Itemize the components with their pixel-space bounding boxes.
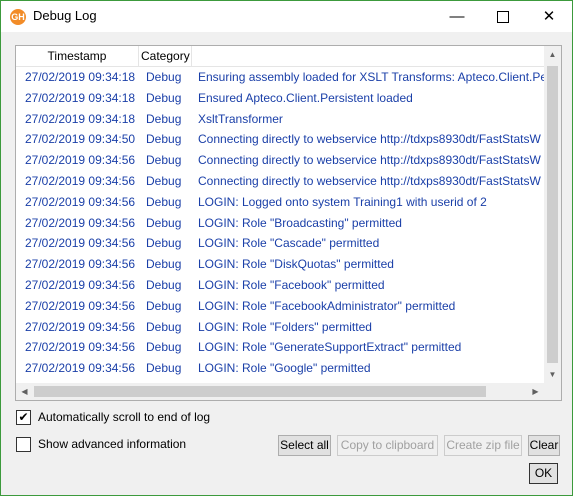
- log-message: LOGIN: Role "Broadcasting" permitted: [198, 215, 402, 230]
- log-message: Ensured Apteco.Client.Persistent loaded: [198, 90, 413, 105]
- log-timestamp: 27/02/2019 09:34:56: [25, 236, 136, 251]
- log-category: Debug: [146, 70, 182, 84]
- log-rows: 27/02/2019 09:34:18 Debug Ensuring assembl…: [16, 67, 544, 379]
- close-button[interactable]: ✕: [526, 1, 572, 32]
- advanced-info-label: Show advanced information: [38, 437, 187, 451]
- log-category: Debug: [146, 257, 182, 272]
- column-header-timestamp[interactable]: Timestamp: [16, 46, 139, 66]
- log-row[interactable]: 27/02/2019 09:34:56 Debug LOGIN: Role "Cas…: [16, 233, 544, 254]
- maximize-button[interactable]: [480, 1, 526, 32]
- log-timestamp: 27/02/2019 09:34:56: [25, 319, 136, 334]
- log-timestamp: 27/02/2019 09:34:18: [25, 70, 136, 84]
- scroll-right-icon[interactable]: ▶: [527, 383, 544, 400]
- log-timestamp: 27/02/2019 09:34:18: [25, 90, 136, 105]
- app-logo-icon: GH: [10, 9, 26, 25]
- log-row[interactable]: 27/02/2019 09:34:18 Debug XsltTransformer: [16, 109, 544, 130]
- log-row[interactable]: 27/02/2019 09:34:56 Debug LOGIN: Role "Dis…: [16, 254, 544, 275]
- horizontal-scroll-thumb[interactable]: [34, 386, 486, 397]
- title-bar[interactable]: GH Debug Log — ✕: [1, 1, 572, 32]
- log-row[interactable]: 27/02/2019 09:34:56 Debug LOGIN: Role "Fac…: [16, 275, 544, 296]
- log-category: Debug: [146, 319, 182, 334]
- log-timestamp: 27/02/2019 09:34:56: [25, 257, 136, 272]
- scroll-corner: [544, 383, 561, 400]
- log-category: Debug: [146, 215, 182, 230]
- select-all-button[interactable]: Select all: [278, 435, 331, 456]
- minimize-button[interactable]: —: [434, 1, 480, 32]
- log-category: Debug: [146, 361, 182, 376]
- log-row[interactable]: 27/02/2019 09:34:50 Debug Connecting direc…: [16, 129, 544, 150]
- log-row[interactable]: 27/02/2019 09:34:56 Debug Connecting direc…: [16, 171, 544, 192]
- scroll-down-icon[interactable]: ▼: [544, 366, 561, 383]
- log-row[interactable]: 27/02/2019 09:34:56 Debug LOGIN: Role "Fol…: [16, 317, 544, 338]
- scroll-up-icon[interactable]: ▲: [544, 46, 561, 63]
- log-timestamp: 27/02/2019 09:34:18: [25, 111, 136, 126]
- scroll-left-icon[interactable]: ◀: [16, 383, 33, 400]
- log-row[interactable]: 27/02/2019 09:34:56 Debug LOGIN: Role "Gen…: [16, 337, 544, 358]
- log-message: LOGIN: Role "GenerateSupportExtract" per…: [198, 340, 462, 355]
- log-timestamp: 27/02/2019 09:34:56: [25, 361, 136, 376]
- log-timestamp: 27/02/2019 09:34:56: [25, 153, 136, 168]
- auto-scroll-label: Automatically scroll to end of log: [38, 410, 211, 424]
- log-message: Ensuring assembly loaded for XSLT Transf…: [198, 70, 544, 84]
- advanced-info-checkbox[interactable]: [16, 437, 31, 452]
- log-row[interactable]: 27/02/2019 09:34:18 Debug Ensuring assembl…: [16, 67, 544, 88]
- log-category: Debug: [146, 340, 182, 355]
- create-zip-button[interactable]: Create zip file: [444, 435, 522, 456]
- log-message: Connecting directly to webservice http:/…: [198, 153, 541, 168]
- ok-button[interactable]: OK: [529, 463, 558, 484]
- log-category: Debug: [146, 174, 182, 188]
- log-category: Debug: [146, 236, 182, 251]
- log-row[interactable]: 27/02/2019 09:34:56 Debug LOGIN: Role "Fac…: [16, 296, 544, 317]
- column-header-category[interactable]: Category: [139, 46, 192, 66]
- clear-button[interactable]: Clear: [528, 435, 560, 456]
- log-category: Debug: [146, 194, 182, 209]
- log-timestamp: 27/02/2019 09:34:56: [25, 340, 136, 355]
- window-title: Debug Log: [33, 8, 97, 23]
- horizontal-scrollbar[interactable]: ◀ ▶: [16, 383, 544, 400]
- auto-scroll-checkbox[interactable]: ✔: [16, 410, 31, 425]
- log-message: LOGIN: Role "Facebook" permitted: [198, 278, 385, 292]
- vertical-scroll-thumb[interactable]: [547, 66, 558, 363]
- debug-log-window: GH Debug Log — ✕ Timestamp Category 27/0…: [0, 0, 573, 496]
- log-timestamp: 27/02/2019 09:34:50: [25, 132, 136, 147]
- log-header: Timestamp Category: [16, 46, 544, 67]
- log-row[interactable]: 27/02/2019 09:34:18 Debug Ensured Apteco.C…: [16, 88, 544, 109]
- log-timestamp: 27/02/2019 09:34:56: [25, 278, 136, 292]
- log-category: Debug: [146, 132, 182, 147]
- log-message: XsltTransformer: [198, 111, 283, 126]
- log-timestamp: 27/02/2019 09:34:56: [25, 298, 136, 313]
- log-category: Debug: [146, 90, 182, 105]
- log-message: LOGIN: Role "Cascade" permitted: [198, 236, 380, 251]
- log-category: Debug: [146, 278, 182, 292]
- log-category: Debug: [146, 111, 182, 126]
- log-message: Connecting directly to webservice http:/…: [198, 132, 541, 147]
- log-message: Connecting directly to webservice http:/…: [198, 174, 541, 188]
- log-timestamp: 27/02/2019 09:34:56: [25, 174, 136, 188]
- log-timestamp: 27/02/2019 09:34:56: [25, 194, 136, 209]
- log-timestamp: 27/02/2019 09:34:56: [25, 215, 136, 230]
- checkmark-icon: ✔: [18, 410, 29, 424]
- log-row[interactable]: 27/02/2019 09:34:56 Debug LOGIN: Role "Goo…: [16, 358, 544, 379]
- copy-to-clipboard-button[interactable]: Copy to clipboard: [337, 435, 438, 456]
- log-category: Debug: [146, 298, 182, 313]
- log-message: LOGIN: Logged onto system Training1 with…: [198, 194, 487, 209]
- log-category: Debug: [146, 153, 182, 168]
- log-message: LOGIN: Role "Folders" permitted: [198, 319, 372, 334]
- log-row[interactable]: 27/02/2019 09:34:56 Debug Connecting direc…: [16, 150, 544, 171]
- log-list[interactable]: Timestamp Category 27/02/2019 09:34:18 De…: [15, 45, 562, 401]
- log-row[interactable]: 27/02/2019 09:34:56 Debug LOGIN: Logged on…: [16, 192, 544, 213]
- log-row[interactable]: 27/02/2019 09:34:56 Debug LOGIN: Role "Bro…: [16, 213, 544, 234]
- maximize-icon: [497, 11, 509, 24]
- log-message: LOGIN: Role "Google" permitted: [198, 361, 371, 376]
- log-message: LOGIN: Role "FacebookAdministrator" perm…: [198, 298, 456, 313]
- vertical-scrollbar[interactable]: ▲ ▼: [544, 46, 561, 383]
- log-message: LOGIN: Role "DiskQuotas" permitted: [198, 257, 394, 272]
